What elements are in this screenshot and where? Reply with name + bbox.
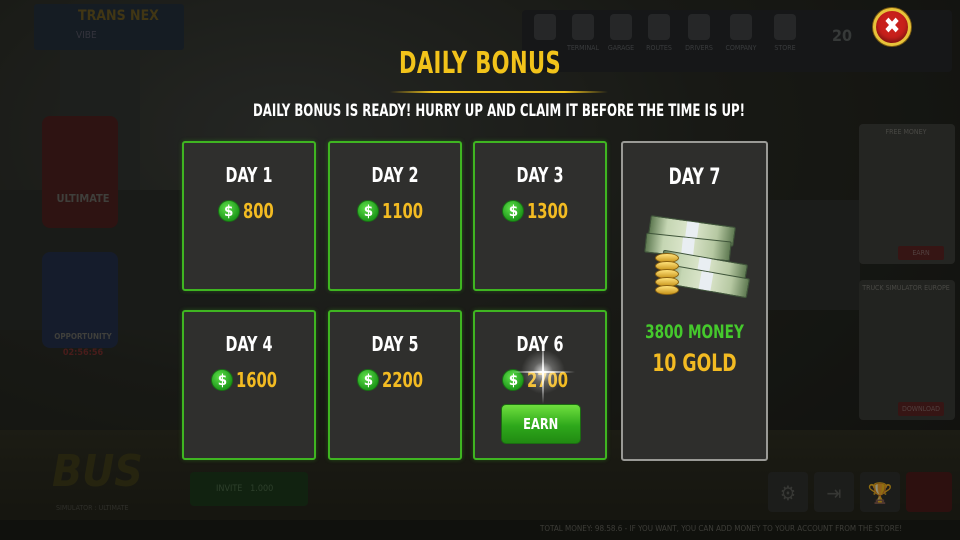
dollar-coin-icon: $ — [502, 200, 525, 222]
dollar-coin-icon: $ — [217, 200, 240, 222]
title-divider — [390, 91, 608, 93]
dollar-coin-icon: $ — [357, 369, 380, 391]
day-card-3: DAY 3 $1300 — [473, 141, 607, 291]
day-label: DAY 7 — [668, 165, 721, 190]
day-label: DAY 2 — [371, 163, 419, 187]
sparkle-icon — [511, 370, 575, 374]
dollar-coin-icon: $ — [211, 369, 234, 391]
dollar-coin-icon: $ — [357, 200, 380, 222]
day-card-1: DAY 1 $800 — [182, 141, 316, 291]
reward-amount: 1100 — [382, 199, 424, 223]
reward-amount: 1600 — [236, 368, 278, 392]
day-label: DAY 3 — [516, 163, 564, 187]
day-label: DAY 5 — [371, 332, 419, 356]
day-reward: $2200 — [330, 368, 460, 392]
day-label: DAY 1 — [225, 163, 273, 187]
earn-button[interactable]: EARN — [501, 404, 581, 444]
day-reward: $1300 — [475, 199, 605, 223]
day7-money-reward: 3800 MONEY — [645, 321, 744, 343]
close-icon: ✖ — [883, 14, 901, 39]
day-card-5: DAY 5 $2200 — [328, 310, 462, 460]
day-card-7: DAY 7 3800 MONEY 10 GOLD — [621, 141, 768, 461]
day-reward: $1100 — [330, 199, 460, 223]
reward-amount: 800 — [242, 199, 274, 223]
reward-amount: 2200 — [382, 368, 424, 392]
day-card-4: DAY 4 $1600 — [182, 310, 316, 460]
modal-subtitle: DAILY BONUS IS READY! HURRY UP AND CLAIM… — [252, 101, 746, 121]
modal-title: DAILY BONUS — [398, 46, 562, 81]
earn-label: EARN — [523, 415, 559, 433]
day-card-2: DAY 2 $1100 — [328, 141, 462, 291]
day-reward: $800 — [184, 199, 314, 223]
day-label: DAY 4 — [225, 332, 273, 356]
day-reward: $1600 — [184, 368, 314, 392]
reward-amount: 1300 — [527, 199, 569, 223]
close-button[interactable]: ✖ — [873, 8, 911, 46]
day7-gold-reward: 10 GOLD — [652, 349, 737, 377]
cash-stack-icon — [641, 215, 751, 301]
day-card-6: DAY 6 $2700 EARN — [473, 310, 607, 460]
